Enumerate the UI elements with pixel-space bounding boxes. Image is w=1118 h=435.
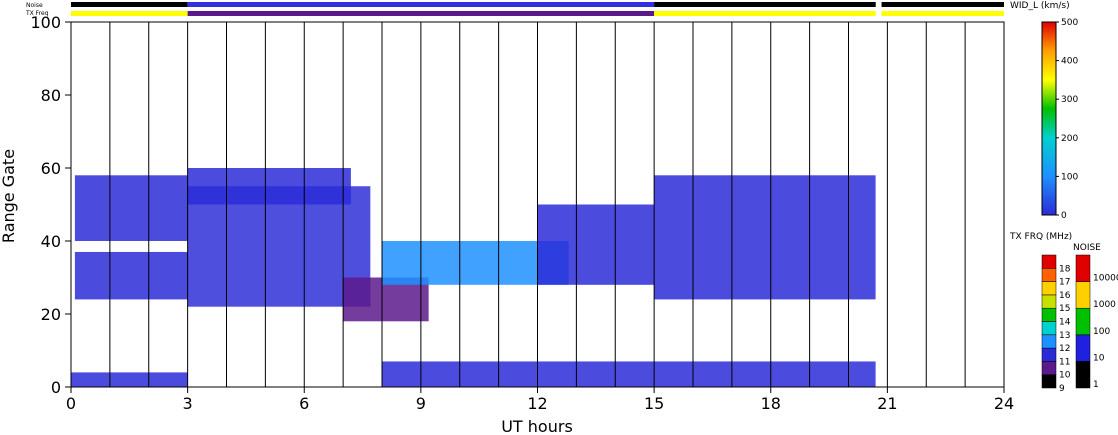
noise-colorbar-label-3: 1000 (1093, 300, 1116, 310)
width-colorbar-title: WID_L (km/s) (1010, 1, 1070, 11)
txfreq-colorbar-cell-3 (1041, 334, 1057, 349)
x-tick-label-2: 6 (299, 394, 309, 413)
width-colorbar: 0 100 200 300 400 500 (1041, 18, 1078, 221)
txfreq-colorbar-label-2: 11 (1059, 357, 1070, 367)
noise-colorbar-title: NOISE (1073, 243, 1101, 253)
noise-colorbar: 1 10 100 1000 10000 (1075, 254, 1118, 390)
y-tick-label-4: 80 (41, 86, 61, 105)
txfreq-colorbar-cell-5 (1041, 307, 1057, 322)
width-colorbar-ramp (1041, 21, 1057, 216)
txfreq-colorbar-label-8: 17 (1059, 278, 1070, 288)
txfreq-colorbar-label-7: 16 (1059, 291, 1071, 301)
status-strips (71, 2, 1004, 16)
echo-region-7 (654, 175, 876, 300)
width-colorbar-label-2: 200 (1061, 134, 1078, 144)
x-tick-label-3: 9 (416, 394, 426, 413)
noise-colorbar-label-1: 10 (1093, 353, 1105, 363)
width-colorbar-label-3: 300 (1061, 95, 1078, 105)
txfreq-colorbar-cell-8 (1041, 268, 1057, 282)
noise-colorbar-cell-3 (1075, 281, 1091, 309)
txfreq-colorbar-cell-2 (1041, 347, 1057, 362)
txfreq-colorbar-cell-0 (1041, 374, 1057, 389)
y-axis-title: Range Gate (0, 149, 18, 243)
txfreq-colorbar-label-1: 10 (1059, 371, 1071, 381)
width-colorbar-label-5: 500 (1061, 18, 1078, 28)
noise-strip-segment-3 (881, 2, 1004, 7)
txfreq-colorbar-title: TX FRQ (MHz) (1009, 232, 1072, 242)
txfreq-colorbar-label-0: 9 (1059, 384, 1065, 394)
txfreq-colorbar-cell-4 (1041, 321, 1057, 336)
y-tick-label-2: 40 (41, 232, 61, 251)
x-tick-label-7: 21 (877, 394, 897, 413)
data-gap (875, 22, 882, 387)
noise-strip-label: Noise (26, 2, 43, 9)
y-tick-label-0: 0 (51, 378, 61, 397)
echo-region-9 (71, 372, 188, 387)
noise-colorbar-cell-1 (1075, 334, 1091, 362)
txfreq-colorbar-label-5: 14 (1059, 318, 1071, 328)
x-axis: 0 3 6 9 12 15 18 21 24 (66, 387, 1014, 413)
echo-region-3 (187, 168, 351, 205)
width-colorbar-label-1: 100 (1061, 172, 1078, 182)
echo-region-1 (74, 251, 188, 300)
txfreq-strip-segment-2 (654, 11, 876, 16)
x-tick-label-6: 18 (761, 394, 781, 413)
txfreq-colorbar-label-9: 18 (1059, 264, 1071, 274)
range-time-chart: Noise TX Freq 0 3 6 9 12 15 18 21 24 02040608010… (0, 1, 1118, 435)
echo-region-6 (537, 204, 655, 285)
echo-region-0 (74, 175, 188, 241)
txfreq-colorbar-cell-6 (1041, 294, 1057, 309)
txfreq-colorbar-label-6: 15 (1059, 304, 1070, 314)
txfreq-colorbar: 9 10 11 12 13 14 15 16 17 18 (1041, 254, 1071, 394)
txfreq-colorbar-cell-9 (1041, 254, 1057, 269)
x-axis-title: UT hours (501, 417, 573, 435)
x-tick-label-0: 0 (66, 394, 76, 413)
txfreq-colorbar-label-4: 13 (1059, 331, 1070, 341)
echo-region-8 (382, 361, 876, 387)
noise-strip-segment-0 (71, 2, 188, 7)
txfreq-strip-segment-0 (71, 11, 188, 16)
noise-colorbar-label-0: 1 (1093, 380, 1099, 390)
x-tick-label-8: 24 (994, 394, 1014, 413)
width-colorbar-label-4: 400 (1061, 57, 1078, 67)
noise-strip-segment-2 (654, 2, 876, 7)
txfreq-strip-segment-1 (187, 11, 655, 16)
y-axis: 0 20 40 60 80 100 (30, 13, 71, 397)
noise-colorbar-cell-0 (1075, 361, 1091, 389)
txfreq-colorbar-label-3: 12 (1059, 344, 1070, 354)
x-tick-label-4: 12 (527, 394, 547, 413)
y-tick-label-1: 20 (41, 305, 61, 324)
noise-colorbar-cell-2 (1075, 307, 1091, 336)
txfreq-strip-segment-3 (881, 11, 1004, 16)
txfreq-colorbar-cell-7 (1041, 281, 1057, 296)
noise-strip-segment-1 (187, 2, 655, 7)
y-tick-label-3: 60 (41, 159, 61, 178)
x-tick-label-5: 15 (644, 394, 664, 413)
txfreq-colorbar-cell-1 (1041, 361, 1057, 375)
y-tick-label-5: 100 (30, 13, 61, 32)
noise-colorbar-label-4: 10000 (1093, 274, 1118, 284)
width-colorbar-label-0: 0 (1061, 211, 1067, 221)
noise-colorbar-cell-4 (1075, 254, 1091, 282)
x-tick-label-1: 3 (183, 394, 193, 413)
noise-colorbar-label-2: 100 (1093, 327, 1110, 337)
